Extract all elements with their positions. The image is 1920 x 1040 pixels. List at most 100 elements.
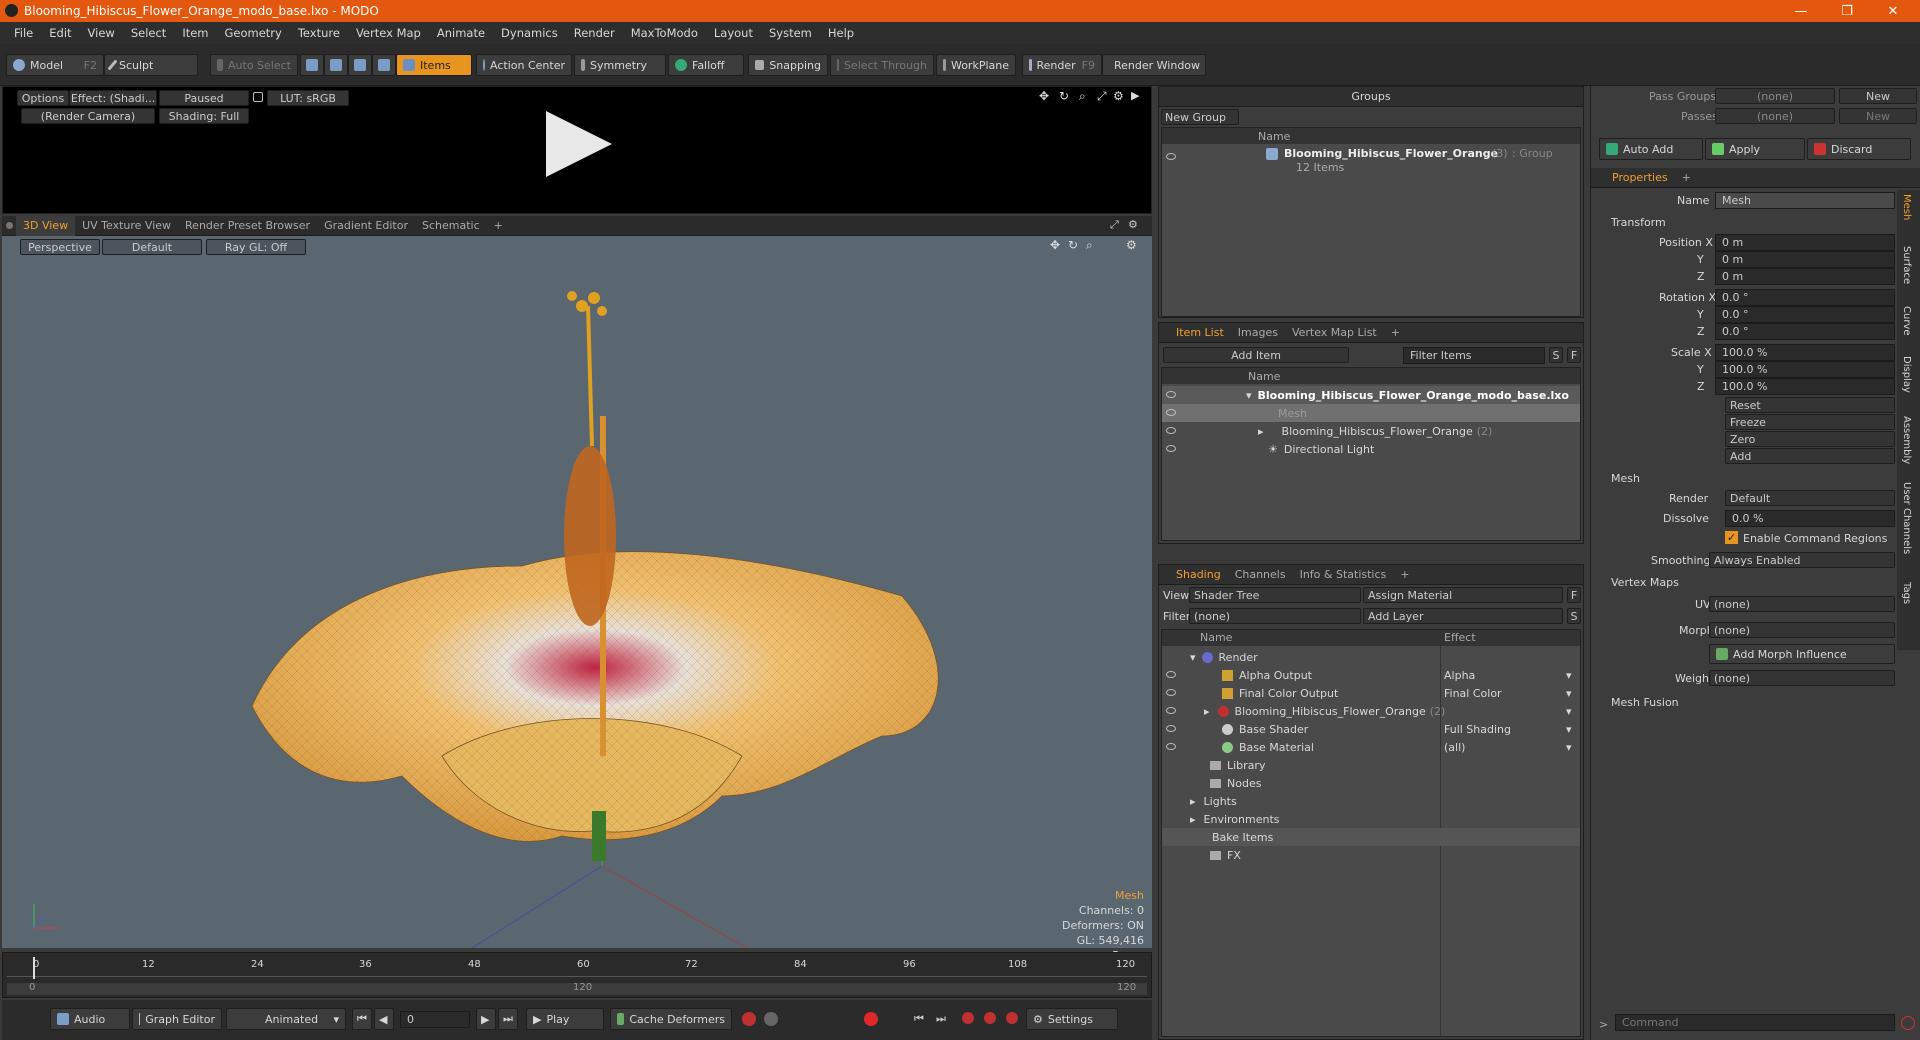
new-pass-button[interactable]: New xyxy=(1839,108,1917,124)
model-button[interactable]: Model F2 xyxy=(6,54,104,76)
visibility-eye-icon[interactable] xyxy=(1166,689,1176,696)
effect-dropdown-icon[interactable]: ▾ xyxy=(1566,723,1572,736)
maximize-button[interactable]: ❐ xyxy=(1824,0,1870,22)
next-key-icon[interactable]: ⏭ xyxy=(936,1012,946,1026)
assign-material-button[interactable]: Assign Material xyxy=(1363,587,1563,603)
add-dropdown[interactable]: Add xyxy=(1725,448,1895,464)
mesh-fusion-section-header[interactable]: Mesh Fusion xyxy=(1611,696,1679,709)
action-center-button[interactable]: Action Center xyxy=(476,54,572,76)
groups-list[interactable]: Name Blooming_Hibiscus_Flower_Orange (3)… xyxy=(1161,127,1581,317)
add-tab-button[interactable]: + xyxy=(1393,565,1416,585)
animated-dropdown[interactable]: Animated ▾ xyxy=(226,1008,346,1030)
side-tab-tags[interactable]: Tags xyxy=(1901,582,1912,604)
new-group-button[interactable]: New Group xyxy=(1161,109,1239,125)
sculpt-button[interactable]: Sculpt xyxy=(104,54,198,76)
uv-dropdown[interactable]: (none) xyxy=(1709,596,1895,612)
key-icon[interactable] xyxy=(742,1012,756,1026)
menu-geometry[interactable]: Geometry xyxy=(217,26,290,40)
menu-view[interactable]: View xyxy=(80,26,123,40)
workplane-button[interactable]: WorkPlane xyxy=(936,54,1016,76)
items-mode-button[interactable]: Items xyxy=(396,54,472,76)
effect-dropdown-icon[interactable]: ▾ xyxy=(1566,705,1572,718)
discard-button[interactable]: Discard xyxy=(1807,138,1911,160)
scale-z-field[interactable]: 100.0 % xyxy=(1715,378,1895,395)
tab-uv-texture-view[interactable]: UV Texture View xyxy=(75,216,178,236)
position-z-field[interactable]: 0 m xyxy=(1715,268,1895,285)
visibility-eye-icon[interactable] xyxy=(1166,725,1176,732)
group-locator-row[interactable]: ▸ Blooming_Hibiscus_Flower_Orange (2) xyxy=(1162,422,1580,440)
shader-row-library[interactable]: Library xyxy=(1162,756,1580,774)
side-tab-curve[interactable]: Curve xyxy=(1901,306,1912,336)
shader-row-material-group[interactable]: ▸ Blooming_Hibiscus_Flower_Orange (2) ▾ xyxy=(1162,702,1580,720)
menu-file[interactable]: File xyxy=(6,26,41,40)
shader-row-base-material[interactable]: Base Material (all) ▾ xyxy=(1162,738,1580,756)
panel-menu-icon[interactable] xyxy=(6,222,13,229)
item-list-f-button[interactable]: F xyxy=(1567,347,1581,363)
expand-icon[interactable]: ⤢ xyxy=(1097,89,1107,104)
3d-viewport[interactable]: Perspective Default Ray GL: Off ✥ ↻ ⌕ ⚙ xyxy=(2,236,1152,962)
item-list-s-button[interactable]: S xyxy=(1549,347,1563,363)
render-dropdown[interactable]: Default xyxy=(1725,490,1895,506)
hibiscus-flower-model[interactable] xyxy=(2,236,1152,948)
zoom-icon[interactable]: ⌕ xyxy=(1079,89,1086,104)
weight-dropdown[interactable]: (none) xyxy=(1709,670,1895,686)
mesh-row[interactable]: Mesh xyxy=(1162,404,1580,422)
scale-y-field[interactable]: 100.0 % xyxy=(1715,361,1895,378)
auto-select-button[interactable]: Auto Select xyxy=(210,54,298,76)
side-tab-assembly[interactable]: Assembly xyxy=(1901,416,1912,464)
shading-s-button[interactable]: S xyxy=(1567,608,1581,624)
tab-info-statistics[interactable]: Info & Statistics xyxy=(1293,565,1394,585)
new-pass-group-button[interactable]: New xyxy=(1839,88,1917,104)
tab-vertex-map-list[interactable]: Vertex Map List xyxy=(1285,323,1384,343)
pass-groups-dropdown[interactable]: (none) xyxy=(1715,88,1835,104)
lock-icon[interactable] xyxy=(253,92,263,102)
minimize-button[interactable]: — xyxy=(1778,0,1824,22)
position-y-field[interactable]: 0 m xyxy=(1715,251,1895,268)
preview-lut-dropdown[interactable]: LUT: sRGB xyxy=(267,90,349,106)
timeline-ruler[interactable]: 0 12 24 36 48 60 72 84 96 108 120 xyxy=(7,959,1147,977)
reset-dropdown[interactable]: Reset xyxy=(1725,397,1895,413)
scale-x-field[interactable]: 100.0 % xyxy=(1715,344,1895,361)
smoothing-dropdown[interactable]: Always Enabled xyxy=(1709,552,1895,568)
range-bar[interactable]: 0 120 120 xyxy=(7,982,1147,995)
edges-mode-button[interactable] xyxy=(324,54,348,76)
play-button[interactable]: ▶ Play xyxy=(526,1008,604,1030)
goto-end-button[interactable]: ⏭ xyxy=(498,1008,518,1030)
apply-button[interactable]: Apply xyxy=(1705,138,1805,160)
passes-dropdown[interactable]: (none) xyxy=(1715,108,1835,124)
shader-row-base-shader[interactable]: Base Shader Full Shading ▾ xyxy=(1162,720,1580,738)
rotation-z-field[interactable]: 0.0 ° xyxy=(1715,323,1895,340)
effect-dropdown-icon[interactable]: ▾ xyxy=(1566,687,1572,700)
next-frame-button[interactable]: ▶ xyxy=(476,1008,496,1030)
side-tab-user-channels[interactable]: User Channels xyxy=(1901,482,1912,554)
clear-keys-icon[interactable] xyxy=(984,1012,996,1024)
morph-dropdown[interactable]: (none) xyxy=(1709,622,1895,638)
scene-row[interactable]: ▾ Blooming_Hibiscus_Flower_Orange_modo_ba… xyxy=(1162,386,1580,404)
enable-command-regions-checkbox[interactable]: ✓ xyxy=(1725,531,1738,544)
visibility-eye-icon[interactable] xyxy=(1166,671,1176,678)
shader-row-bake-items[interactable]: Bake Items xyxy=(1162,828,1580,846)
falloff-button[interactable]: Falloff xyxy=(668,54,744,76)
snapping-button[interactable]: Snapping xyxy=(748,54,828,76)
vertices-mode-button[interactable] xyxy=(300,54,324,76)
add-tab-button[interactable]: + xyxy=(1384,323,1407,343)
materials-mode-button[interactable] xyxy=(372,54,396,76)
tab-item-list[interactable]: Item List xyxy=(1169,323,1231,343)
menu-animate[interactable]: Animate xyxy=(429,26,493,40)
tab-render-preset-browser[interactable]: Render Preset Browser xyxy=(178,216,317,236)
collapsed-arrow-icon[interactable]: ▸ xyxy=(1258,425,1264,438)
visibility-eye-icon[interactable] xyxy=(1166,445,1176,452)
menu-layout[interactable]: Layout xyxy=(706,26,761,40)
preview-paused-button[interactable]: Paused xyxy=(159,90,249,106)
shader-row-render[interactable]: ▾ Render xyxy=(1162,648,1580,666)
preview-shading-dropdown[interactable]: Shading: Full xyxy=(159,108,249,124)
tab-channels[interactable]: Channels xyxy=(1228,565,1293,585)
key-options-icon[interactable] xyxy=(1006,1012,1018,1024)
zero-dropdown[interactable]: Zero xyxy=(1725,431,1895,447)
expand-arrow-icon[interactable]: ▾ xyxy=(1246,389,1252,402)
side-tab-display[interactable]: Display xyxy=(1901,356,1912,393)
rotation-y-field[interactable]: 0.0 ° xyxy=(1715,306,1895,323)
visibility-eye-icon[interactable] xyxy=(1166,427,1176,434)
rotate-icon[interactable]: ↻ xyxy=(1059,89,1069,103)
menu-select[interactable]: Select xyxy=(123,26,174,40)
